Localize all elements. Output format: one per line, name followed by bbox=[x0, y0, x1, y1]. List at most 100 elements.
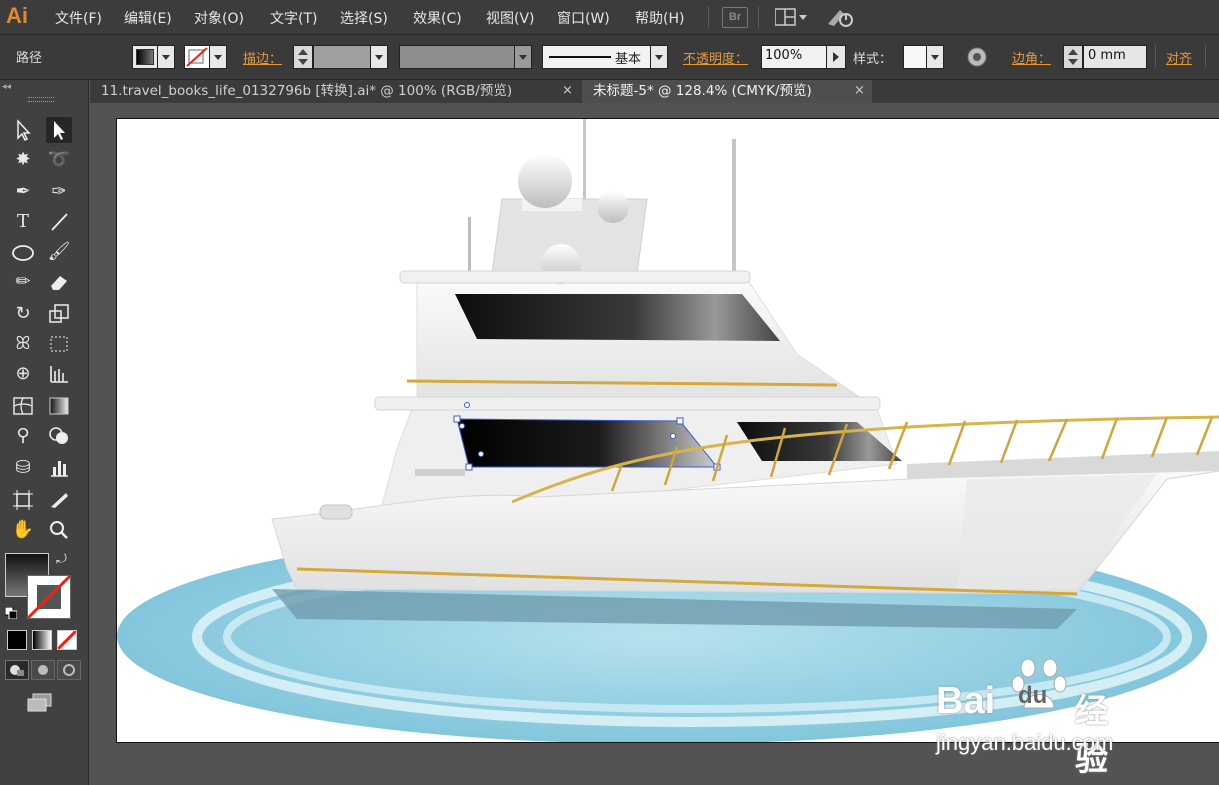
bridge-button[interactable]: Br bbox=[722, 7, 748, 28]
opacity-label[interactable]: 不透明度： bbox=[683, 48, 748, 67]
column-graph-tool[interactable] bbox=[46, 455, 72, 481]
corner-stepper[interactable] bbox=[1063, 45, 1083, 69]
menu-effect[interactable]: 效果(C) bbox=[413, 8, 462, 28]
stroke-swatch[interactable] bbox=[184, 45, 210, 69]
menu-edit[interactable]: 编辑(E) bbox=[124, 8, 172, 28]
control-bar: 路径 描边： 基本 不透明度： 100% 样式： 边角： 0 mm 对齐 bbox=[0, 35, 1219, 80]
gradient-tool[interactable] bbox=[46, 393, 72, 419]
pen-tool[interactable]: ✒ bbox=[10, 179, 36, 205]
artboard-canvas[interactable] bbox=[116, 118, 1219, 743]
graphic-style-swatch[interactable] bbox=[903, 45, 927, 69]
menu-bar: Ai 文件(F) 编辑(E) 对象(O) 文字(T) 选择(S) 效果(C) 视… bbox=[0, 0, 1219, 35]
flybridge-deck bbox=[399, 270, 751, 284]
screen-mode-icon[interactable] bbox=[26, 692, 54, 714]
type-tool[interactable]: T bbox=[10, 209, 36, 235]
opacity-value: 100% bbox=[765, 48, 803, 63]
panel-collapse-icon[interactable]: ◂◂ bbox=[2, 82, 11, 92]
artboard-tool[interactable] bbox=[10, 487, 36, 513]
eyedropper-tool[interactable]: ⚲ bbox=[10, 423, 36, 449]
menu-object[interactable]: 对象(O) bbox=[194, 8, 244, 28]
stroke-weight-stepper[interactable] bbox=[293, 45, 313, 69]
menu-window[interactable]: 窗口(W) bbox=[557, 8, 610, 28]
radar-dome-small bbox=[597, 191, 629, 223]
draw-normal-icon[interactable] bbox=[5, 660, 29, 680]
shape-builder-tool[interactable]: ⊕ bbox=[10, 361, 36, 387]
brush-dropdown[interactable] bbox=[650, 45, 668, 69]
ai-logo: Ai bbox=[6, 3, 28, 28]
yacht-artwork[interactable] bbox=[117, 119, 1219, 742]
stroke-color-box[interactable] bbox=[26, 574, 72, 620]
menu-select[interactable]: 选择(S) bbox=[340, 8, 388, 28]
artboard-icon bbox=[13, 490, 33, 510]
free-transform-icon bbox=[50, 336, 68, 352]
arrange-documents-icon[interactable] bbox=[774, 7, 809, 27]
draw-inside-icon[interactable] bbox=[57, 660, 81, 680]
fill-swatch[interactable] bbox=[132, 45, 158, 69]
color-mode-color[interactable] bbox=[7, 630, 27, 650]
warp-icon: ꕤ bbox=[15, 333, 31, 354]
stroke-dropdown[interactable] bbox=[209, 45, 227, 69]
lasso-tool[interactable]: ➰ bbox=[46, 147, 72, 173]
symbol-sprayer-tool[interactable]: ⛁ bbox=[10, 455, 36, 481]
variable-width-dropdown[interactable] bbox=[514, 45, 532, 69]
pencil-icon: ✏ bbox=[15, 271, 31, 292]
recolor-artwork-icon[interactable] bbox=[966, 46, 988, 68]
brush-definition[interactable]: 基本 bbox=[542, 45, 651, 69]
perspective-grid-tool[interactable] bbox=[46, 361, 72, 387]
selection-tool[interactable] bbox=[10, 117, 36, 143]
menu-type[interactable]: 文字(T) bbox=[270, 8, 317, 28]
color-mode-gradient[interactable] bbox=[32, 630, 52, 650]
magic-wand-icon: ✸ bbox=[15, 149, 31, 170]
selected-window-path[interactable] bbox=[456, 418, 719, 468]
fill-dropdown[interactable] bbox=[157, 45, 175, 69]
draw-behind-icon[interactable] bbox=[31, 660, 55, 680]
graph-icon bbox=[50, 366, 68, 383]
variable-width-profile[interactable] bbox=[399, 45, 515, 69]
brush-label: 基本 bbox=[615, 52, 642, 67]
document-tab-untitled-5[interactable]: 未标题-5* @ 128.4% (CMYK/预览) bbox=[582, 80, 872, 103]
blend-tool[interactable] bbox=[46, 423, 72, 449]
stroke-weight-input[interactable] bbox=[313, 45, 371, 69]
curvature-tool[interactable]: ✑ bbox=[46, 179, 72, 205]
line-icon bbox=[51, 213, 68, 231]
pencil-tool[interactable]: ✏ bbox=[10, 269, 36, 295]
opacity-arrow-button[interactable] bbox=[826, 45, 846, 69]
eraser-tool[interactable] bbox=[46, 269, 72, 295]
scale-tool[interactable] bbox=[46, 301, 72, 327]
menu-view[interactable]: 视图(V) bbox=[486, 8, 535, 28]
graphic-style-dropdown[interactable] bbox=[926, 45, 944, 69]
close-tab-icon[interactable]: × bbox=[562, 83, 573, 98]
slice-tool[interactable] bbox=[46, 487, 72, 513]
menu-help[interactable]: 帮助(H) bbox=[635, 8, 684, 28]
upper-window bbox=[455, 294, 780, 341]
rotate-icon: ↻ bbox=[15, 303, 31, 324]
stroke-label[interactable]: 描边： bbox=[243, 48, 282, 67]
gpu-performance-icon[interactable] bbox=[826, 6, 856, 28]
color-mode-none[interactable] bbox=[56, 629, 78, 651]
stroke-weight-dropdown[interactable] bbox=[370, 45, 388, 69]
corner-label[interactable]: 边角： bbox=[1012, 48, 1051, 67]
direct-selection-tool[interactable] bbox=[46, 117, 72, 143]
ellipse-tool[interactable] bbox=[10, 239, 36, 265]
hand-tool[interactable]: ✋ bbox=[10, 517, 36, 543]
document-tab-travel[interactable]: 11.travel_books_life_0132796b [转换].ai* @… bbox=[90, 80, 580, 103]
mid-deck bbox=[374, 396, 881, 411]
close-tab-icon[interactable]: × bbox=[854, 83, 865, 98]
magic-wand-tool[interactable]: ✸ bbox=[10, 147, 36, 173]
rotate-tool[interactable]: ↻ bbox=[10, 301, 36, 327]
opacity-input[interactable]: 100% bbox=[761, 45, 827, 69]
warp-tool[interactable]: ꕤ bbox=[10, 331, 36, 357]
corner-radius-input[interactable]: 0 mm bbox=[1083, 45, 1147, 69]
panel-grip[interactable] bbox=[28, 97, 54, 102]
paintbrush-tool[interactable]: 🖌 bbox=[46, 239, 72, 265]
blend-icon bbox=[49, 427, 68, 444]
swap-fill-stroke-icon[interactable]: ⤾ bbox=[56, 552, 67, 567]
free-transform-tool[interactable] bbox=[46, 331, 72, 357]
zoom-tool[interactable] bbox=[46, 517, 72, 543]
align-label[interactable]: 对齐 bbox=[1166, 48, 1192, 67]
default-colors-icon[interactable] bbox=[4, 604, 18, 620]
line-tool[interactable] bbox=[46, 209, 72, 235]
mesh-tool[interactable] bbox=[10, 393, 36, 419]
tools-panel: ◂◂ ✸ ➰ ✒ ✑ T 🖌 ✏ ↻ ꕤ ⊕ ⚲ ⛁ ✋ ⤾ bbox=[0, 80, 89, 785]
menu-file[interactable]: 文件(F) bbox=[55, 8, 102, 28]
